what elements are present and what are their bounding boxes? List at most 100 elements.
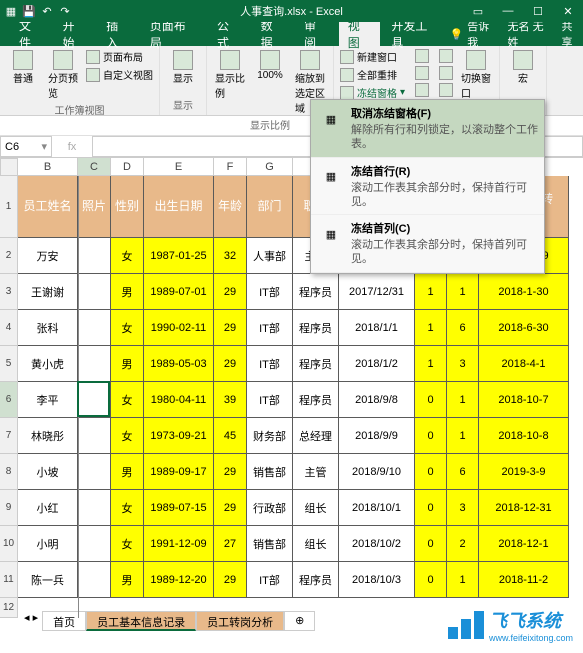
cell[interactable]: 女 [111, 238, 144, 274]
cell[interactable] [78, 238, 111, 274]
cell[interactable]: 1 [447, 274, 479, 310]
cell[interactable]: 男 [111, 562, 144, 598]
save-icon[interactable]: 💾 [22, 4, 36, 18]
cell[interactable]: 1989-07-15 [144, 490, 214, 526]
cell[interactable]: 李平 [18, 382, 78, 418]
fx-icon[interactable]: fx [68, 141, 77, 153]
page-break-button[interactable]: 分页预览 [44, 48, 82, 102]
cell[interactable]: 2018/1/1 [339, 310, 415, 346]
cell[interactable] [78, 526, 111, 562]
cell[interactable]: 女 [111, 418, 144, 454]
cell[interactable]: 2 [447, 526, 479, 562]
cell[interactable] [78, 454, 111, 490]
cell[interactable]: 2018/1/2 [339, 346, 415, 382]
cell[interactable]: 1 [415, 310, 447, 346]
col-header-B[interactable]: B [18, 158, 78, 176]
hide-button[interactable] [413, 65, 431, 81]
cell[interactable]: 1973-09-21 [144, 418, 214, 454]
cell[interactable]: 0 [415, 490, 447, 526]
cell[interactable]: 2018-12-1 [479, 526, 569, 562]
cell[interactable]: 王谢谢 [18, 274, 78, 310]
macro-button[interactable]: 宏 [504, 48, 542, 87]
cell[interactable]: 29 [214, 490, 247, 526]
cell[interactable] [78, 490, 111, 526]
unfreeze-panes-item[interactable]: ▦ 取消冻结窗格(F) 解除所有行和列锁定，以滚动整个工作表。 [311, 100, 544, 158]
cell[interactable]: 程序员 [293, 562, 339, 598]
cell[interactable]: 0 [415, 454, 447, 490]
page-layout-button[interactable]: 页面布局 [84, 48, 155, 65]
cell[interactable]: 3 [447, 490, 479, 526]
cell[interactable]: 小红 [18, 490, 78, 526]
cell[interactable]: 小坡 [18, 454, 78, 490]
cell[interactable]: 2018-6-30 [479, 310, 569, 346]
cell[interactable]: 组长 [293, 490, 339, 526]
cell[interactable]: 2018-11-2 [479, 562, 569, 598]
cell[interactable]: 45 [214, 418, 247, 454]
cell[interactable]: 程序员 [293, 310, 339, 346]
cell[interactable]: IT部 [247, 382, 293, 418]
cell[interactable]: 程序员 [293, 274, 339, 310]
minimize-icon[interactable]: — [493, 0, 523, 22]
share-button[interactable]: 共享 [562, 18, 583, 50]
cell[interactable]: 1980-04-11 [144, 382, 214, 418]
cell[interactable] [78, 382, 111, 418]
cell[interactable]: 2018/9/10 [339, 454, 415, 490]
cell[interactable]: 2019-3-9 [479, 454, 569, 490]
cell[interactable]: 2018/10/1 [339, 490, 415, 526]
cell[interactable]: 女 [111, 490, 144, 526]
select-all[interactable] [0, 158, 18, 176]
cell[interactable]: 林晓彤 [18, 418, 78, 454]
cell[interactable]: 销售部 [247, 454, 293, 490]
row-header-8[interactable]: 8 [0, 454, 18, 490]
close-icon[interactable]: ✕ [553, 0, 583, 22]
cell[interactable]: 2018-1-30 [479, 274, 569, 310]
cell[interactable]: 29 [214, 310, 247, 346]
cell[interactable]: 1989-05-03 [144, 346, 214, 382]
normal-view-button[interactable]: 普通 [4, 48, 42, 102]
row-header-10[interactable]: 10 [0, 526, 18, 562]
col-header-G[interactable]: G [247, 158, 293, 176]
cell[interactable]: 1 [415, 274, 447, 310]
cell[interactable]: 1989-07-01 [144, 274, 214, 310]
view-side-button[interactable] [437, 48, 455, 64]
cell[interactable]: 行政部 [247, 490, 293, 526]
cell[interactable]: IT部 [247, 274, 293, 310]
add-sheet-button[interactable]: ⊕ [284, 611, 315, 631]
cell[interactable]: 1 [447, 382, 479, 418]
cell[interactable]: 29 [214, 562, 247, 598]
cell[interactable]: 主管 [293, 454, 339, 490]
row-header-7[interactable]: 7 [0, 418, 18, 454]
sheet-tab[interactable]: 员工转岗分析 [196, 611, 284, 631]
show-button[interactable]: 显示 [164, 48, 202, 87]
sheet-tab[interactable]: 员工基本信息记录 [86, 611, 196, 631]
cell[interactable]: 小明 [18, 526, 78, 562]
cell[interactable]: 销售部 [247, 526, 293, 562]
split-button[interactable] [413, 48, 431, 64]
zoom-button[interactable]: 显示比例 [211, 48, 249, 117]
cell[interactable]: 27 [214, 526, 247, 562]
new-window-button[interactable]: 新建窗口 [338, 48, 407, 65]
cell[interactable]: 程序员 [293, 346, 339, 382]
cell[interactable]: 张科 [18, 310, 78, 346]
cell[interactable] [78, 418, 111, 454]
sheet-nav[interactable]: ◂ ▸ [20, 611, 42, 631]
cell[interactable]: 29 [214, 346, 247, 382]
cell[interactable]: 2018/10/3 [339, 562, 415, 598]
reset-pos-button[interactable] [437, 82, 455, 98]
cell[interactable]: 黄小虎 [18, 346, 78, 382]
cell[interactable]: 人事部 [247, 238, 293, 274]
cell[interactable]: 0 [415, 562, 447, 598]
row-header-12[interactable]: 12 [0, 598, 18, 618]
name-box[interactable]: C6▾ [0, 136, 52, 157]
col-header-C[interactable]: C [78, 158, 111, 176]
cell[interactable]: IT部 [247, 310, 293, 346]
freeze-first-col-item[interactable]: ▦ 冻结首列(C) 滚动工作表其余部分时，保持首列可见。 [311, 215, 544, 273]
maximize-icon[interactable]: ☐ [523, 0, 553, 22]
cell[interactable] [78, 274, 111, 310]
sync-scroll-button[interactable] [437, 65, 455, 81]
ribbon-opts-icon[interactable]: ▭ [463, 0, 493, 22]
cell[interactable]: 陈一兵 [18, 562, 78, 598]
cell[interactable]: 2018-4-1 [479, 346, 569, 382]
cell[interactable]: 2018/9/8 [339, 382, 415, 418]
cell[interactable]: 1 [415, 346, 447, 382]
